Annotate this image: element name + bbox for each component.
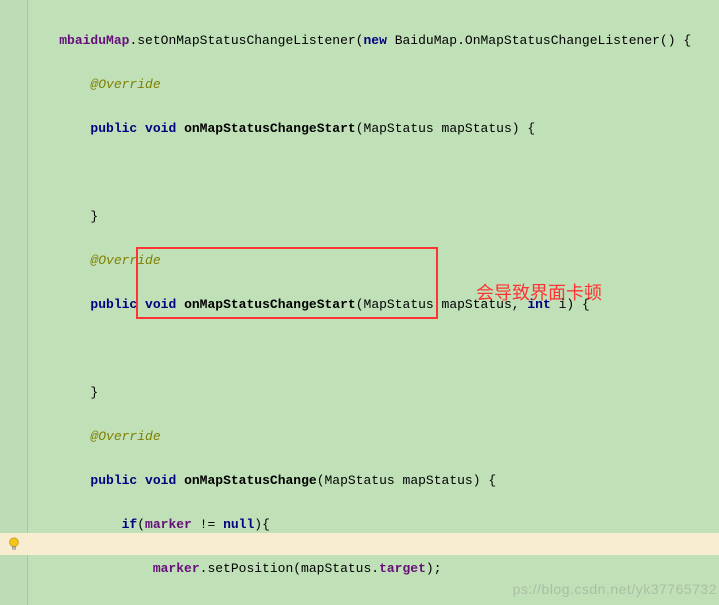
lightbulb-icon[interactable]: [7, 537, 21, 551]
code-area[interactable]: mbaiduMap.setOnMapStatusChangeListener(n…: [28, 0, 719, 605]
code-line[interactable]: @Override: [28, 250, 719, 272]
code-line[interactable]: @Override: [28, 74, 719, 96]
code-line[interactable]: mbaiduMap.setOnMapStatusChangeListener(n…: [28, 30, 719, 52]
code-line[interactable]: if(marker != null){: [28, 514, 719, 536]
code-line[interactable]: public void onMapStatusChange(MapStatus …: [28, 470, 719, 492]
code-line[interactable]: }: [28, 206, 719, 228]
code-line[interactable]: marker.setPosition(mapStatus.target);: [28, 558, 719, 580]
code-editor[interactable]: ps://blog.csdn.net/yk37765732 会导致界面卡顿 mb…: [0, 0, 719, 605]
code-line[interactable]: }: [28, 382, 719, 404]
code-line[interactable]: public void onMapStatusChangeStart(MapSt…: [28, 118, 719, 140]
code-line[interactable]: public void onMapStatusChangeStart(MapSt…: [28, 294, 719, 316]
gutter: [0, 0, 28, 605]
code-line[interactable]: @Override: [28, 426, 719, 448]
code-line[interactable]: [28, 338, 719, 360]
code-line[interactable]: [28, 162, 719, 184]
